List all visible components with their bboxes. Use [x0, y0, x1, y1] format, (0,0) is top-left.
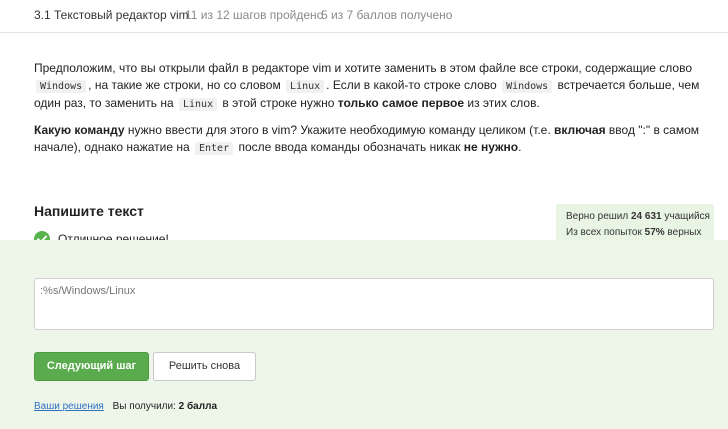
solve-again-button[interactable]: Решить снова	[153, 352, 256, 381]
points-value: 2 балла	[178, 401, 218, 412]
code-enter: Enter	[195, 142, 234, 155]
steps-progress: 11 из 12 шагов пройдено	[185, 8, 324, 22]
code-windows: Windows	[502, 80, 553, 93]
task-paragraph-1: Предположим, что вы открыли файл в редак…	[34, 61, 700, 111]
points-label: Вы получили:	[112, 401, 179, 412]
submission-footer: Ваши решения Вы получили: 2 балла	[34, 401, 217, 412]
stats-badge: Верно решил 24 631 учащийся Из всех попы…	[556, 204, 714, 244]
my-solutions-link[interactable]: Ваши решения	[34, 401, 104, 412]
code-windows: Windows	[36, 80, 87, 93]
section-title: Напишите текст	[34, 203, 144, 219]
emphasis: включая	[554, 123, 606, 137]
emphasis: только самое первое	[337, 96, 465, 110]
step-header: 3.1 Текстовый редактор vim 11 из 12 шаго…	[0, 0, 728, 33]
emphasis: не нужно	[463, 140, 519, 154]
code-linux: Linux	[286, 80, 325, 93]
task-paragraph-2: Какую команду нужно ввести для этого в v…	[34, 123, 700, 155]
answer-textarea[interactable]: :%s/Windows/Linux	[34, 278, 714, 330]
score-progress: 5 из 7 баллов получено	[321, 8, 453, 22]
lesson-title[interactable]: 3.1 Текстовый редактор vim	[34, 0, 189, 31]
stats-line-solved: Верно решил 24 631 учащийся	[566, 211, 710, 222]
emphasis: Какую команду	[34, 123, 125, 137]
stats-line-percent: Из всех попыток 57% верных	[566, 227, 702, 238]
task-description: Предположим, что вы открыли файл в редак…	[34, 60, 702, 166]
code-linux: Linux	[178, 98, 218, 111]
next-step-button[interactable]: Следующий шаг	[34, 352, 149, 381]
